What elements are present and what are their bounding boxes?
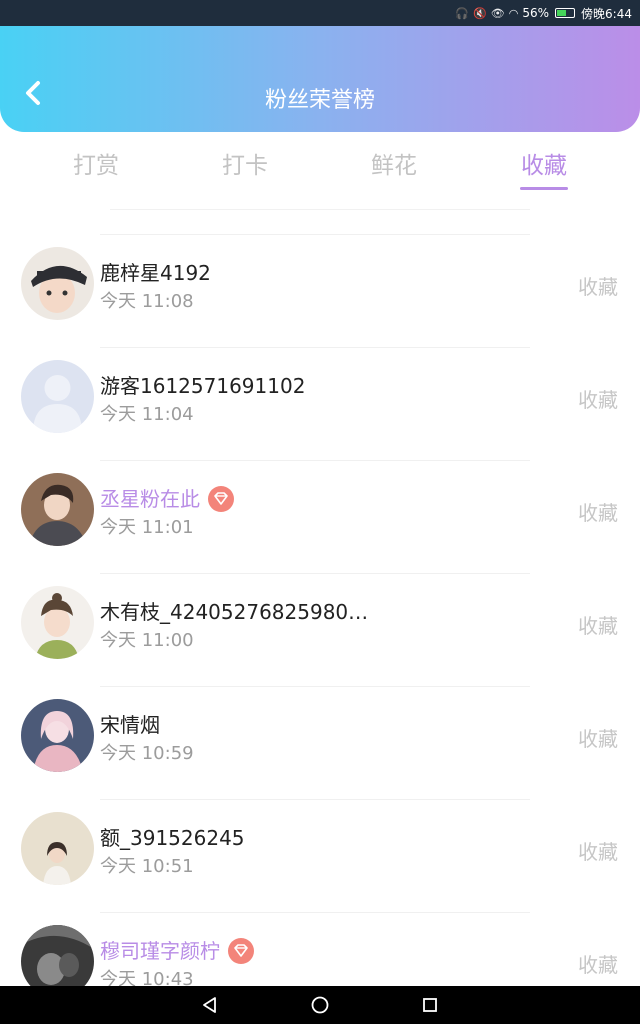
tab-checkin[interactable]: 打卡 bbox=[195, 146, 295, 180]
nav-back-button[interactable] bbox=[195, 990, 225, 1020]
user-name: 宋情烟 bbox=[100, 713, 160, 737]
avatar[interactable] bbox=[21, 812, 94, 885]
tab-favorites[interactable]: 收藏 bbox=[494, 146, 594, 180]
list-item[interactable]: 鹿梓星4192 今天 11:08 收藏 bbox=[0, 234, 640, 347]
clock: 傍晚6:44 bbox=[581, 6, 632, 21]
headset-icon: 🎧 bbox=[455, 6, 470, 20]
eye-icon: 👁 bbox=[490, 6, 505, 20]
timestamp: 今天 11:04 bbox=[100, 404, 194, 425]
user-name: 额_391526245 bbox=[100, 826, 245, 850]
divider bbox=[100, 912, 530, 913]
avatar[interactable] bbox=[21, 247, 94, 320]
timestamp: 今天 11:01 bbox=[100, 517, 194, 538]
back-triangle-icon bbox=[203, 997, 216, 1013]
active-tab-indicator bbox=[520, 187, 568, 190]
divider bbox=[100, 460, 530, 461]
divider bbox=[100, 234, 530, 235]
timestamp: 今天 11:08 bbox=[100, 291, 194, 312]
user-name: 穆司瑾字颜柠 bbox=[100, 935, 254, 966]
wifi-icon: ◠ bbox=[508, 6, 519, 20]
user-name-text: 丞星粉在此 bbox=[100, 487, 200, 511]
user-name: 游客1612571691102 bbox=[100, 374, 306, 398]
user-name: 丞星粉在此 bbox=[100, 483, 234, 514]
home-circle-icon bbox=[311, 996, 329, 1014]
tab-bar: 打赏 打卡 鲜花 收藏 bbox=[0, 140, 640, 196]
battery-percent: 56% bbox=[522, 6, 550, 20]
diamond-badge-icon bbox=[208, 485, 234, 512]
user-name: 木有枝_42405276825980… bbox=[100, 600, 369, 624]
list-item[interactable]: 丞星粉在此 今天 11:01 收藏 bbox=[0, 460, 640, 573]
timestamp: 今天 10:59 bbox=[100, 743, 194, 764]
system-nav-bar bbox=[0, 986, 640, 1024]
nav-home-button[interactable] bbox=[305, 990, 335, 1020]
divider bbox=[100, 573, 530, 574]
divider bbox=[110, 209, 530, 210]
user-name: 鹿梓星4192 bbox=[100, 261, 211, 285]
favorite-label: 收藏 bbox=[578, 614, 618, 638]
tab-reward[interactable]: 打赏 bbox=[46, 146, 146, 180]
favorite-label: 收藏 bbox=[578, 840, 618, 864]
header: 粉丝荣誉榜 bbox=[0, 26, 640, 132]
page-title: 粉丝荣誉榜 bbox=[264, 88, 375, 113]
fan-list: 鹿梓星4192 今天 11:08 收藏 游客1612571691102 今天 1… bbox=[0, 234, 640, 1024]
divider bbox=[100, 686, 530, 687]
list-item[interactable]: 额_391526245 今天 10:51 收藏 bbox=[0, 799, 640, 912]
divider bbox=[100, 799, 530, 800]
favorite-label: 收藏 bbox=[578, 388, 618, 412]
list-item[interactable]: 宋情烟 今天 10:59 收藏 bbox=[0, 686, 640, 799]
list-item[interactable]: 木有枝_42405276825980… 今天 11:00 收藏 bbox=[0, 573, 640, 686]
status-bar: 🎧 🔇 👁 ◠ 56% 傍晚6:44 bbox=[0, 0, 640, 26]
battery-icon bbox=[555, 8, 576, 18]
nav-recents-button[interactable] bbox=[415, 990, 445, 1020]
recents-square-icon bbox=[423, 998, 437, 1012]
tab-flowers[interactable]: 鲜花 bbox=[344, 146, 444, 180]
user-name-text: 穆司瑾字颜柠 bbox=[100, 939, 220, 963]
favorite-label: 收藏 bbox=[578, 501, 618, 525]
avatar[interactable] bbox=[21, 699, 94, 772]
diamond-badge-icon bbox=[228, 937, 254, 964]
favorite-label: 收藏 bbox=[578, 275, 618, 299]
divider bbox=[100, 347, 530, 348]
timestamp: 今天 10:51 bbox=[100, 856, 194, 877]
favorite-label: 收藏 bbox=[578, 727, 618, 751]
list-item[interactable]: 游客1612571691102 今天 11:04 收藏 bbox=[0, 347, 640, 460]
avatar[interactable] bbox=[21, 473, 94, 546]
mute-icon: 🔇 bbox=[473, 6, 487, 20]
favorite-label: 收藏 bbox=[578, 953, 618, 977]
timestamp: 今天 11:00 bbox=[100, 630, 194, 651]
avatar[interactable] bbox=[21, 586, 94, 659]
avatar[interactable] bbox=[21, 360, 94, 433]
